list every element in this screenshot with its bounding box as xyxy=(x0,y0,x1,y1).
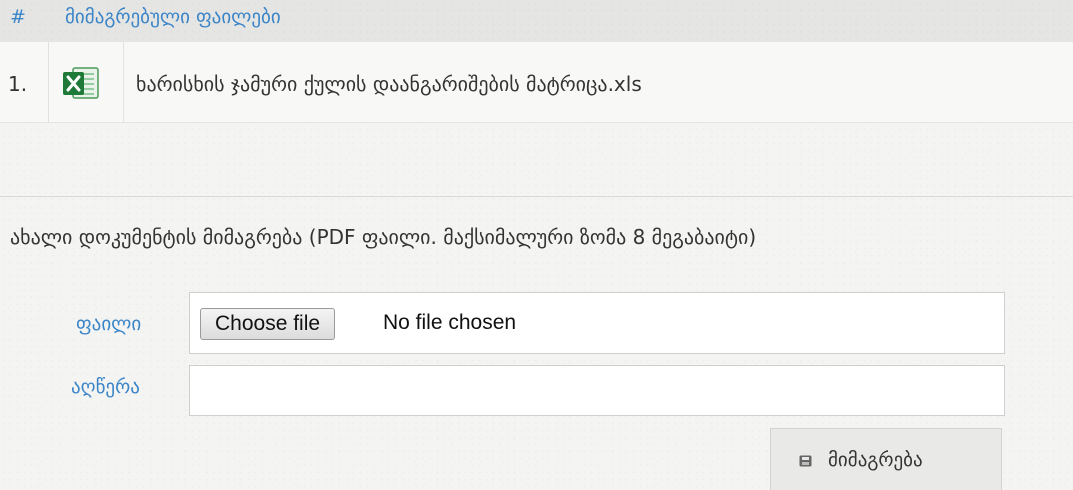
attached-files-title: მიმაგრებული ფაილები xyxy=(65,6,281,28)
excel-file-icon[interactable] xyxy=(61,63,101,103)
file-label: ფაილი xyxy=(76,313,142,335)
file-input[interactable]: Choose file No file chosen xyxy=(189,292,1005,354)
column-number-header: # xyxy=(10,6,26,28)
no-file-chosen-text: No file chosen xyxy=(383,311,517,334)
description-input[interactable] xyxy=(189,365,1005,416)
upload-section-heading: ახალი დოკუმენტის მიმაგრება (PDF ფაილი. მ… xyxy=(10,225,757,249)
table-row: 1. ხარისხის ჯამური ქულის დაანგარიშების მ… xyxy=(0,42,1073,123)
save-icon xyxy=(799,455,812,467)
file-name-link[interactable]: ხარისხის ჯამური ქულის დაანგარიშების მატრ… xyxy=(136,72,642,96)
row-number: 1. xyxy=(8,72,28,96)
upload-button[interactable]: მიმაგრება xyxy=(770,428,1002,490)
description-label: აღწერა xyxy=(71,376,140,398)
upload-button-label: მიმაგრება xyxy=(828,449,923,471)
choose-file-button[interactable]: Choose file xyxy=(200,308,336,340)
section-divider xyxy=(0,196,1073,197)
files-table-header: # მიმაგრებული ფაილები xyxy=(0,0,1073,43)
